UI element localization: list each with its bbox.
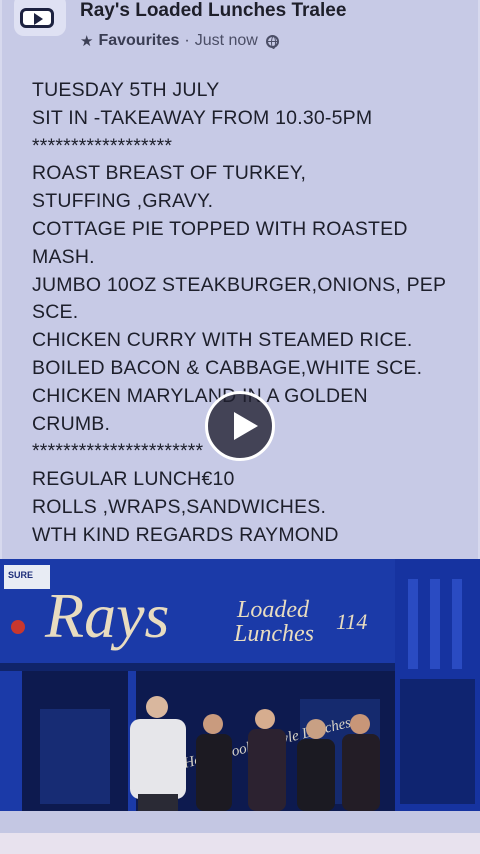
post-footer-strip <box>0 811 480 833</box>
post-line: JUMBO 10OZ STEAKBURGER,ONIONS, PEP <box>32 273 447 296</box>
page-name[interactable]: Ray's Loaded Lunches Tralee <box>80 0 346 22</box>
sign-loaded: Loaded <box>236 597 310 623</box>
post-header: Ray's Loaded Lunches Tralee ★ Favourites… <box>0 0 480 62</box>
post-line: ROAST BREAST OF TURKEY, <box>32 162 307 185</box>
post-text: TUESDAY 5TH JULY SIT IN -TAKEAWAY FROM 1… <box>32 77 462 550</box>
post-line: REGULAR LUNCH€10 <box>32 468 235 491</box>
post-line: BOILED BACON & CABBAGE,WHITE SCE. <box>32 356 423 379</box>
sticker-text: SURE <box>8 570 33 580</box>
post-line: TUESDAY 5TH JULY <box>32 79 220 101</box>
post-line: WTH KIND REGARDS RAYMOND <box>32 523 339 546</box>
post-line: STUFFING ,GRAVY. <box>32 190 214 213</box>
post-meta: ★ Favourites · Just now <box>80 31 279 51</box>
bottom-bar <box>0 833 480 854</box>
video-logo-icon <box>20 8 54 28</box>
post-line: COTTAGE PIE TOPPED WITH ROASTED <box>32 217 408 240</box>
play-icon[interactable] <box>205 391 275 461</box>
post-line: ****************** <box>32 134 173 157</box>
sign-lunches: Lunches <box>233 621 314 647</box>
meta-separator: · <box>184 32 190 49</box>
star-icon: ★ <box>80 33 94 50</box>
post-card: Ray's Loaded Lunches Tralee ★ Favourites… <box>0 0 480 854</box>
globe-icon[interactable] <box>265 34 279 49</box>
post-line: SCE. <box>32 301 79 324</box>
page-avatar[interactable] <box>14 0 66 36</box>
shopfront-photo[interactable]: SURE Rays Loaded Lunches 114 Home Cooked… <box>0 559 480 811</box>
post-timestamp[interactable]: Just now <box>195 32 258 50</box>
post-line: CHICKEN CURRY WITH STEAMED RICE. <box>32 329 413 352</box>
post-line: SIT IN -TAKEAWAY FROM 10.30-5PM <box>32 106 373 129</box>
favourites-label[interactable]: Favourites <box>98 32 179 50</box>
sign-rays: Rays <box>44 580 169 651</box>
post-line: MASH. <box>32 245 95 268</box>
sign-number: 114 <box>336 609 367 634</box>
post-line: ROLLS ,WRAPS,SANDWICHES. <box>32 495 327 518</box>
